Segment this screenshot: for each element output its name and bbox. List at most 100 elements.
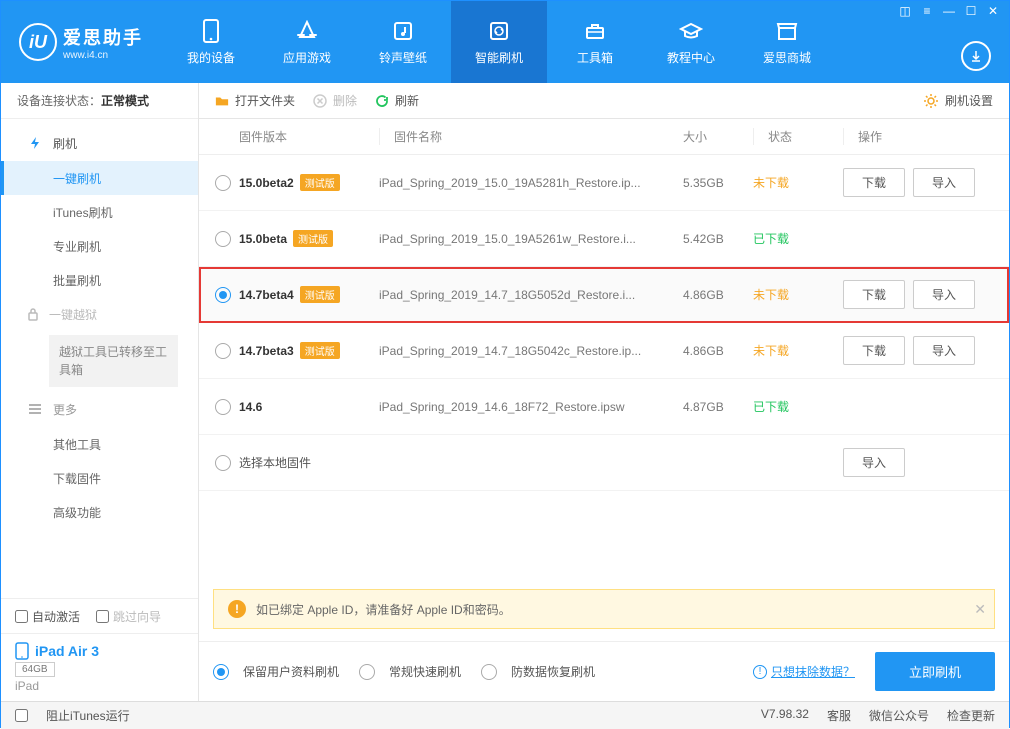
- row-radio[interactable]: [215, 399, 231, 415]
- check-update-link[interactable]: 检查更新: [947, 707, 995, 724]
- win-menu-button[interactable]: ≡: [917, 1, 937, 21]
- gear-icon: [923, 93, 939, 109]
- local-firmware-label: 选择本地固件: [239, 454, 683, 471]
- sidebar-item-onekey-flash[interactable]: 一键刷机: [1, 161, 198, 195]
- download-button[interactable]: 下载: [843, 336, 905, 365]
- firmware-status: 已下载: [753, 398, 843, 415]
- nav-ringtones[interactable]: 铃声壁纸: [355, 1, 451, 83]
- firmware-name: iPad_Spring_2019_14.7_18G5052d_Restore.i…: [379, 288, 683, 302]
- store-icon: [776, 19, 798, 43]
- row-radio[interactable]: [215, 287, 231, 303]
- auto-activate-label: 自动激活: [32, 608, 80, 625]
- nav-my-device[interactable]: 我的设备: [163, 1, 259, 83]
- table-row-local[interactable]: 选择本地固件 导入: [199, 435, 1009, 491]
- sidebar-more-head[interactable]: 更多: [1, 391, 198, 427]
- flash-opt-antirecovery[interactable]: 防数据恢复刷机: [481, 663, 595, 680]
- sidebar-item-pro-flash[interactable]: 专业刷机: [1, 229, 198, 263]
- radio-icon: [213, 664, 229, 680]
- import-button[interactable]: 导入: [913, 336, 975, 365]
- auto-activate-checkbox[interactable]: [15, 610, 28, 623]
- graduation-icon: [679, 19, 703, 43]
- wechat-link[interactable]: 微信公众号: [869, 707, 929, 724]
- window-controls: ◫ ≡ — ☐ ✕: [895, 1, 1003, 21]
- connection-status: 设备连接状态：正常模式: [1, 83, 198, 119]
- table-header: 固件版本 固件名称 大小 状态 操作: [199, 119, 1009, 155]
- flash-now-button[interactable]: 立即刷机: [875, 652, 995, 691]
- refresh-button[interactable]: 刷新: [375, 92, 419, 109]
- col-status: 状态: [753, 128, 843, 145]
- row-radio[interactable]: [215, 231, 231, 247]
- apple-id-warning: ! 如已绑定 Apple ID，请准备好 Apple ID和密码。 ✕: [213, 589, 995, 629]
- firmware-name: iPad_Spring_2019_15.0_19A5281h_Restore.i…: [379, 176, 683, 190]
- toolbar: 打开文件夹 删除 刷新 刷机设置: [199, 83, 1009, 119]
- sidebar-flash-head[interactable]: 刷机: [1, 125, 198, 161]
- flash-action-bar: 保留用户资料刷机 常规快速刷机 防数据恢复刷机 !只想抹除数据？ 立即刷机: [199, 641, 1009, 701]
- firmware-status: 已下载: [753, 230, 843, 247]
- table-row[interactable]: 14.7beta3测试版iPad_Spring_2019_14.7_18G504…: [199, 323, 1009, 379]
- beta-tag: 测试版: [293, 230, 333, 247]
- skip-guide-label: 跳过向导: [113, 608, 161, 625]
- download-button[interactable]: 下载: [843, 280, 905, 309]
- erase-data-link[interactable]: !只想抹除数据？: [753, 663, 855, 680]
- win-max-button[interactable]: ☐: [961, 1, 981, 21]
- delete-icon: [313, 94, 327, 108]
- table-row[interactable]: 15.0beta测试版iPad_Spring_2019_15.0_19A5261…: [199, 211, 1009, 267]
- nav-toolbox[interactable]: 工具箱: [547, 1, 643, 83]
- import-button[interactable]: 导入: [843, 448, 905, 477]
- flash-opt-preserve[interactable]: 保留用户资料刷机: [213, 663, 339, 680]
- nav-flash[interactable]: 智能刷机: [451, 1, 547, 83]
- firmware-version: 14.7beta4: [239, 288, 294, 302]
- win-skin-button[interactable]: ◫: [895, 1, 915, 21]
- flash-opt-normal[interactable]: 常规快速刷机: [359, 663, 461, 680]
- win-min-button[interactable]: —: [939, 1, 959, 21]
- nav-tutorial[interactable]: 教程中心: [643, 1, 739, 83]
- music-icon: [392, 19, 414, 43]
- skip-guide-checkbox[interactable]: [96, 610, 109, 623]
- nav-apps[interactable]: 应用游戏: [259, 1, 355, 83]
- firmware-size: 5.42GB: [683, 232, 753, 246]
- import-button[interactable]: 导入: [913, 168, 975, 197]
- firmware-name: iPad_Spring_2019_14.7_18G5042c_Restore.i…: [379, 344, 683, 358]
- logo-icon: iU: [19, 23, 57, 61]
- warning-icon: !: [228, 600, 246, 618]
- table-row[interactable]: 14.7beta4测试版iPad_Spring_2019_14.7_18G505…: [199, 267, 1009, 323]
- folder-icon: [215, 94, 229, 108]
- firmware-size: 5.35GB: [683, 176, 753, 190]
- download-button[interactable]: 下载: [843, 168, 905, 197]
- firmware-size: 4.86GB: [683, 344, 753, 358]
- firmware-list: 15.0beta2测试版iPad_Spring_2019_15.0_19A528…: [199, 155, 1009, 579]
- col-action: 操作: [843, 128, 993, 145]
- warning-close-button[interactable]: ✕: [974, 601, 986, 618]
- info-icon: !: [753, 665, 767, 679]
- customer-service-link[interactable]: 客服: [827, 707, 851, 724]
- appstore-icon: [296, 19, 318, 43]
- main-panel: 打开文件夹 删除 刷新 刷机设置 固件版本 固件名称 大小 状态 操作 15.0…: [199, 83, 1009, 701]
- sidebar-item-other-tools[interactable]: 其他工具: [1, 427, 198, 461]
- sidebar-item-advanced[interactable]: 高级功能: [1, 495, 198, 529]
- downloads-button[interactable]: [961, 41, 991, 71]
- win-close-button[interactable]: ✕: [983, 1, 1003, 21]
- row-radio[interactable]: [215, 455, 231, 471]
- firmware-status: 未下载: [753, 174, 843, 191]
- firmware-size: 4.87GB: [683, 400, 753, 414]
- open-folder-button[interactable]: 打开文件夹: [215, 92, 295, 109]
- flash-settings-button[interactable]: 刷机设置: [923, 92, 993, 109]
- row-radio[interactable]: [215, 175, 231, 191]
- table-row[interactable]: 14.6iPad_Spring_2019_14.6_18F72_Restore.…: [199, 379, 1009, 435]
- block-itunes-checkbox[interactable]: [15, 709, 28, 722]
- app-header: iU 爱思助手 www.i4.cn 我的设备 应用游戏 铃声壁纸 智能刷机 工具…: [1, 1, 1009, 83]
- table-row[interactable]: 15.0beta2测试版iPad_Spring_2019_15.0_19A528…: [199, 155, 1009, 211]
- col-size: 大小: [683, 128, 753, 145]
- sidebar-item-batch-flash[interactable]: 批量刷机: [1, 263, 198, 297]
- sidebar-item-download-firmware[interactable]: 下载固件: [1, 461, 198, 495]
- device-card[interactable]: iPad Air 3 64GB iPad: [1, 633, 198, 701]
- sidebar-item-itunes-flash[interactable]: iTunes刷机: [1, 195, 198, 229]
- import-button[interactable]: 导入: [913, 280, 975, 309]
- brand-name: 爱思助手: [63, 24, 143, 50]
- beta-tag: 测试版: [300, 342, 340, 359]
- firmware-status: 未下载: [753, 342, 843, 359]
- nav-store[interactable]: 爱思商城: [739, 1, 835, 83]
- flash-icon: [27, 135, 43, 151]
- row-radio[interactable]: [215, 343, 231, 359]
- phone-icon: [202, 19, 220, 43]
